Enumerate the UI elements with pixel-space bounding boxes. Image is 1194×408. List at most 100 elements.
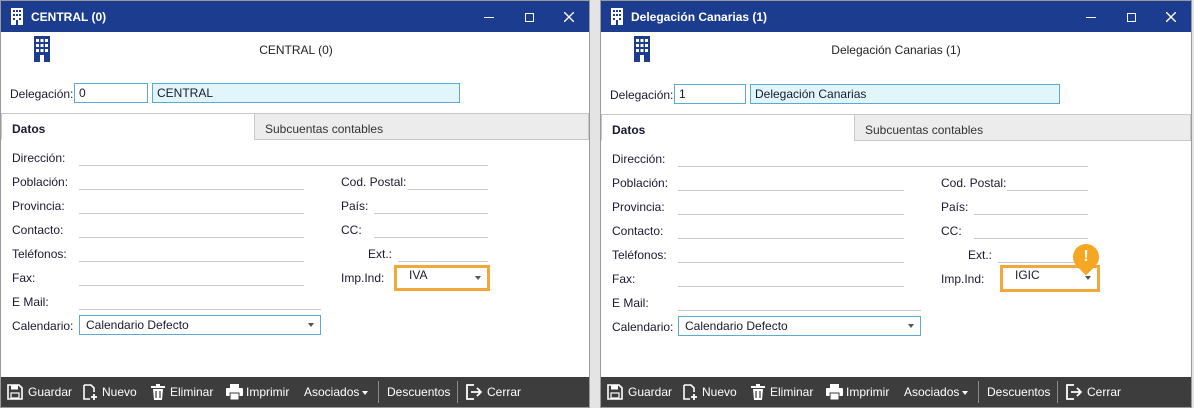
cc-field[interactable] bbox=[974, 238, 1088, 239]
contacto-field[interactable] bbox=[79, 237, 304, 238]
asociados-label: Asociados bbox=[304, 385, 360, 399]
calendario-label: Calendario: bbox=[12, 319, 74, 333]
poblacion-field[interactable] bbox=[79, 189, 304, 190]
action-toolbar: Guardar Nuevo Eliminar Imprimir Asociado… bbox=[1, 377, 589, 407]
tab-datos[interactable]: Datos bbox=[1, 113, 255, 140]
tab-subcuentas-contables[interactable]: Subcuentas contables bbox=[854, 114, 1191, 141]
minimize-button[interactable] bbox=[1071, 1, 1111, 32]
exit-icon bbox=[466, 384, 482, 400]
email-label: E Mail: bbox=[12, 295, 49, 309]
asociados-label: Asociados bbox=[904, 385, 960, 399]
email-label: E Mail: bbox=[612, 296, 649, 310]
window-delegacion-canarias: Delegación Canarias (1) Delegación Canar… bbox=[600, 0, 1192, 408]
pais-label: País: bbox=[941, 200, 969, 214]
chevron-down-icon bbox=[475, 276, 481, 280]
provincia-label: Provincia: bbox=[12, 199, 65, 213]
contacto-label: Contacto: bbox=[12, 223, 64, 237]
email-field[interactable] bbox=[678, 310, 921, 311]
trash-icon bbox=[751, 384, 765, 400]
eliminar-button[interactable]: Eliminar bbox=[751, 377, 813, 407]
maximize-button[interactable] bbox=[509, 1, 549, 32]
minimize-button[interactable] bbox=[469, 1, 509, 32]
direccion-field[interactable] bbox=[678, 166, 1088, 167]
cerrar-button[interactable]: Cerrar bbox=[1066, 377, 1121, 407]
delegacion-code-input[interactable]: 1 bbox=[674, 84, 746, 104]
provincia-field[interactable] bbox=[678, 214, 904, 215]
pais-field[interactable] bbox=[974, 214, 1088, 215]
fax-field[interactable] bbox=[79, 285, 304, 286]
poblacion-field[interactable] bbox=[678, 190, 904, 191]
imprimir-button[interactable]: Imprimir bbox=[826, 377, 889, 407]
cc-field[interactable] bbox=[374, 237, 488, 238]
nuevo-label: Nuevo bbox=[102, 385, 137, 399]
ext-field[interactable] bbox=[398, 261, 488, 262]
pais-label: País: bbox=[341, 199, 369, 213]
cerrar-label: Cerrar bbox=[1087, 385, 1122, 399]
email-field[interactable] bbox=[79, 309, 321, 310]
nuevo-button[interactable]: Nuevo bbox=[682, 377, 737, 407]
fax-field[interactable] bbox=[678, 286, 904, 287]
imprimir-button[interactable]: Imprimir bbox=[226, 377, 289, 407]
building-icon bbox=[11, 8, 23, 25]
cerrar-button[interactable]: Cerrar bbox=[466, 377, 521, 407]
warning-mark: ! bbox=[1083, 248, 1089, 265]
cod-postal-field[interactable] bbox=[408, 189, 488, 190]
save-icon bbox=[7, 384, 23, 400]
printer-icon bbox=[226, 384, 243, 400]
pais-field[interactable] bbox=[374, 213, 488, 214]
chevron-down-icon bbox=[908, 324, 914, 328]
save-icon bbox=[607, 384, 623, 400]
tab-subcuentas-contables[interactable]: Subcuentas contables bbox=[254, 113, 589, 140]
guardar-label: Guardar bbox=[28, 385, 73, 399]
window-title: CENTRAL (0) bbox=[31, 10, 107, 24]
calendario-select[interactable]: Calendario Defecto bbox=[678, 316, 921, 336]
calendario-select[interactable]: Calendario Defecto bbox=[79, 315, 321, 335]
guardar-button[interactable]: Guardar bbox=[607, 377, 672, 407]
title-bar: CENTRAL (0) bbox=[1, 1, 589, 32]
toolbar-separator bbox=[1057, 381, 1058, 403]
descuentos-label: Descuentos bbox=[987, 385, 1051, 399]
close-window-button[interactable] bbox=[549, 1, 589, 32]
telefonos-field[interactable] bbox=[678, 262, 904, 263]
fax-label: Fax: bbox=[612, 272, 636, 286]
close-window-button[interactable] bbox=[1151, 1, 1191, 32]
direccion-label: Dirección: bbox=[12, 151, 66, 165]
nuevo-button[interactable]: Nuevo bbox=[82, 377, 137, 407]
imp-ind-label: Imp.Ind: bbox=[341, 271, 385, 285]
telefonos-field[interactable] bbox=[79, 261, 304, 262]
poblacion-label: Población: bbox=[612, 176, 669, 190]
direccion-label: Dirección: bbox=[612, 152, 666, 166]
guardar-label: Guardar bbox=[628, 385, 673, 399]
cerrar-label: Cerrar bbox=[487, 385, 522, 399]
building-icon bbox=[34, 36, 50, 62]
contacto-field[interactable] bbox=[678, 238, 904, 239]
asociados-dropdown[interactable]: Asociados bbox=[304, 377, 369, 407]
imp-ind-value: IGIC bbox=[1015, 268, 1040, 282]
tab-datos[interactable]: Datos bbox=[601, 114, 855, 141]
cod-postal-field[interactable] bbox=[1007, 190, 1088, 191]
guardar-button[interactable]: Guardar bbox=[7, 377, 72, 407]
provincia-field[interactable] bbox=[79, 213, 304, 214]
eliminar-button[interactable]: Eliminar bbox=[151, 377, 213, 407]
imp-ind-label: Imp.Ind: bbox=[941, 272, 985, 286]
calendario-value: Calendario Defecto bbox=[685, 319, 788, 333]
direccion-field[interactable] bbox=[79, 165, 488, 166]
delegacion-label: Delegación: bbox=[10, 87, 74, 101]
eliminar-label: Eliminar bbox=[770, 385, 814, 399]
delegacion-name-input[interactable]: Delegación Canarias bbox=[750, 84, 1060, 104]
close-icon bbox=[563, 11, 575, 23]
descuentos-button[interactable]: Descuentos bbox=[987, 377, 1050, 407]
eliminar-label: Eliminar bbox=[170, 385, 214, 399]
delegacion-code-input[interactable]: 0 bbox=[74, 83, 148, 103]
ext-label: Ext.: bbox=[968, 248, 993, 262]
delegacion-name-input[interactable]: CENTRAL bbox=[152, 83, 460, 103]
descuentos-button[interactable]: Descuentos bbox=[387, 377, 450, 407]
calendario-label: Calendario: bbox=[612, 320, 674, 334]
cc-label: CC: bbox=[341, 223, 362, 237]
imprimir-label: Imprimir bbox=[846, 385, 890, 399]
tab-divider bbox=[855, 140, 1191, 141]
warning-icon: ! bbox=[1067, 238, 1105, 276]
imp-ind-select[interactable]: IVA bbox=[394, 265, 490, 291]
maximize-button[interactable] bbox=[1111, 1, 1151, 32]
asociados-dropdown[interactable]: Asociados bbox=[904, 377, 969, 407]
